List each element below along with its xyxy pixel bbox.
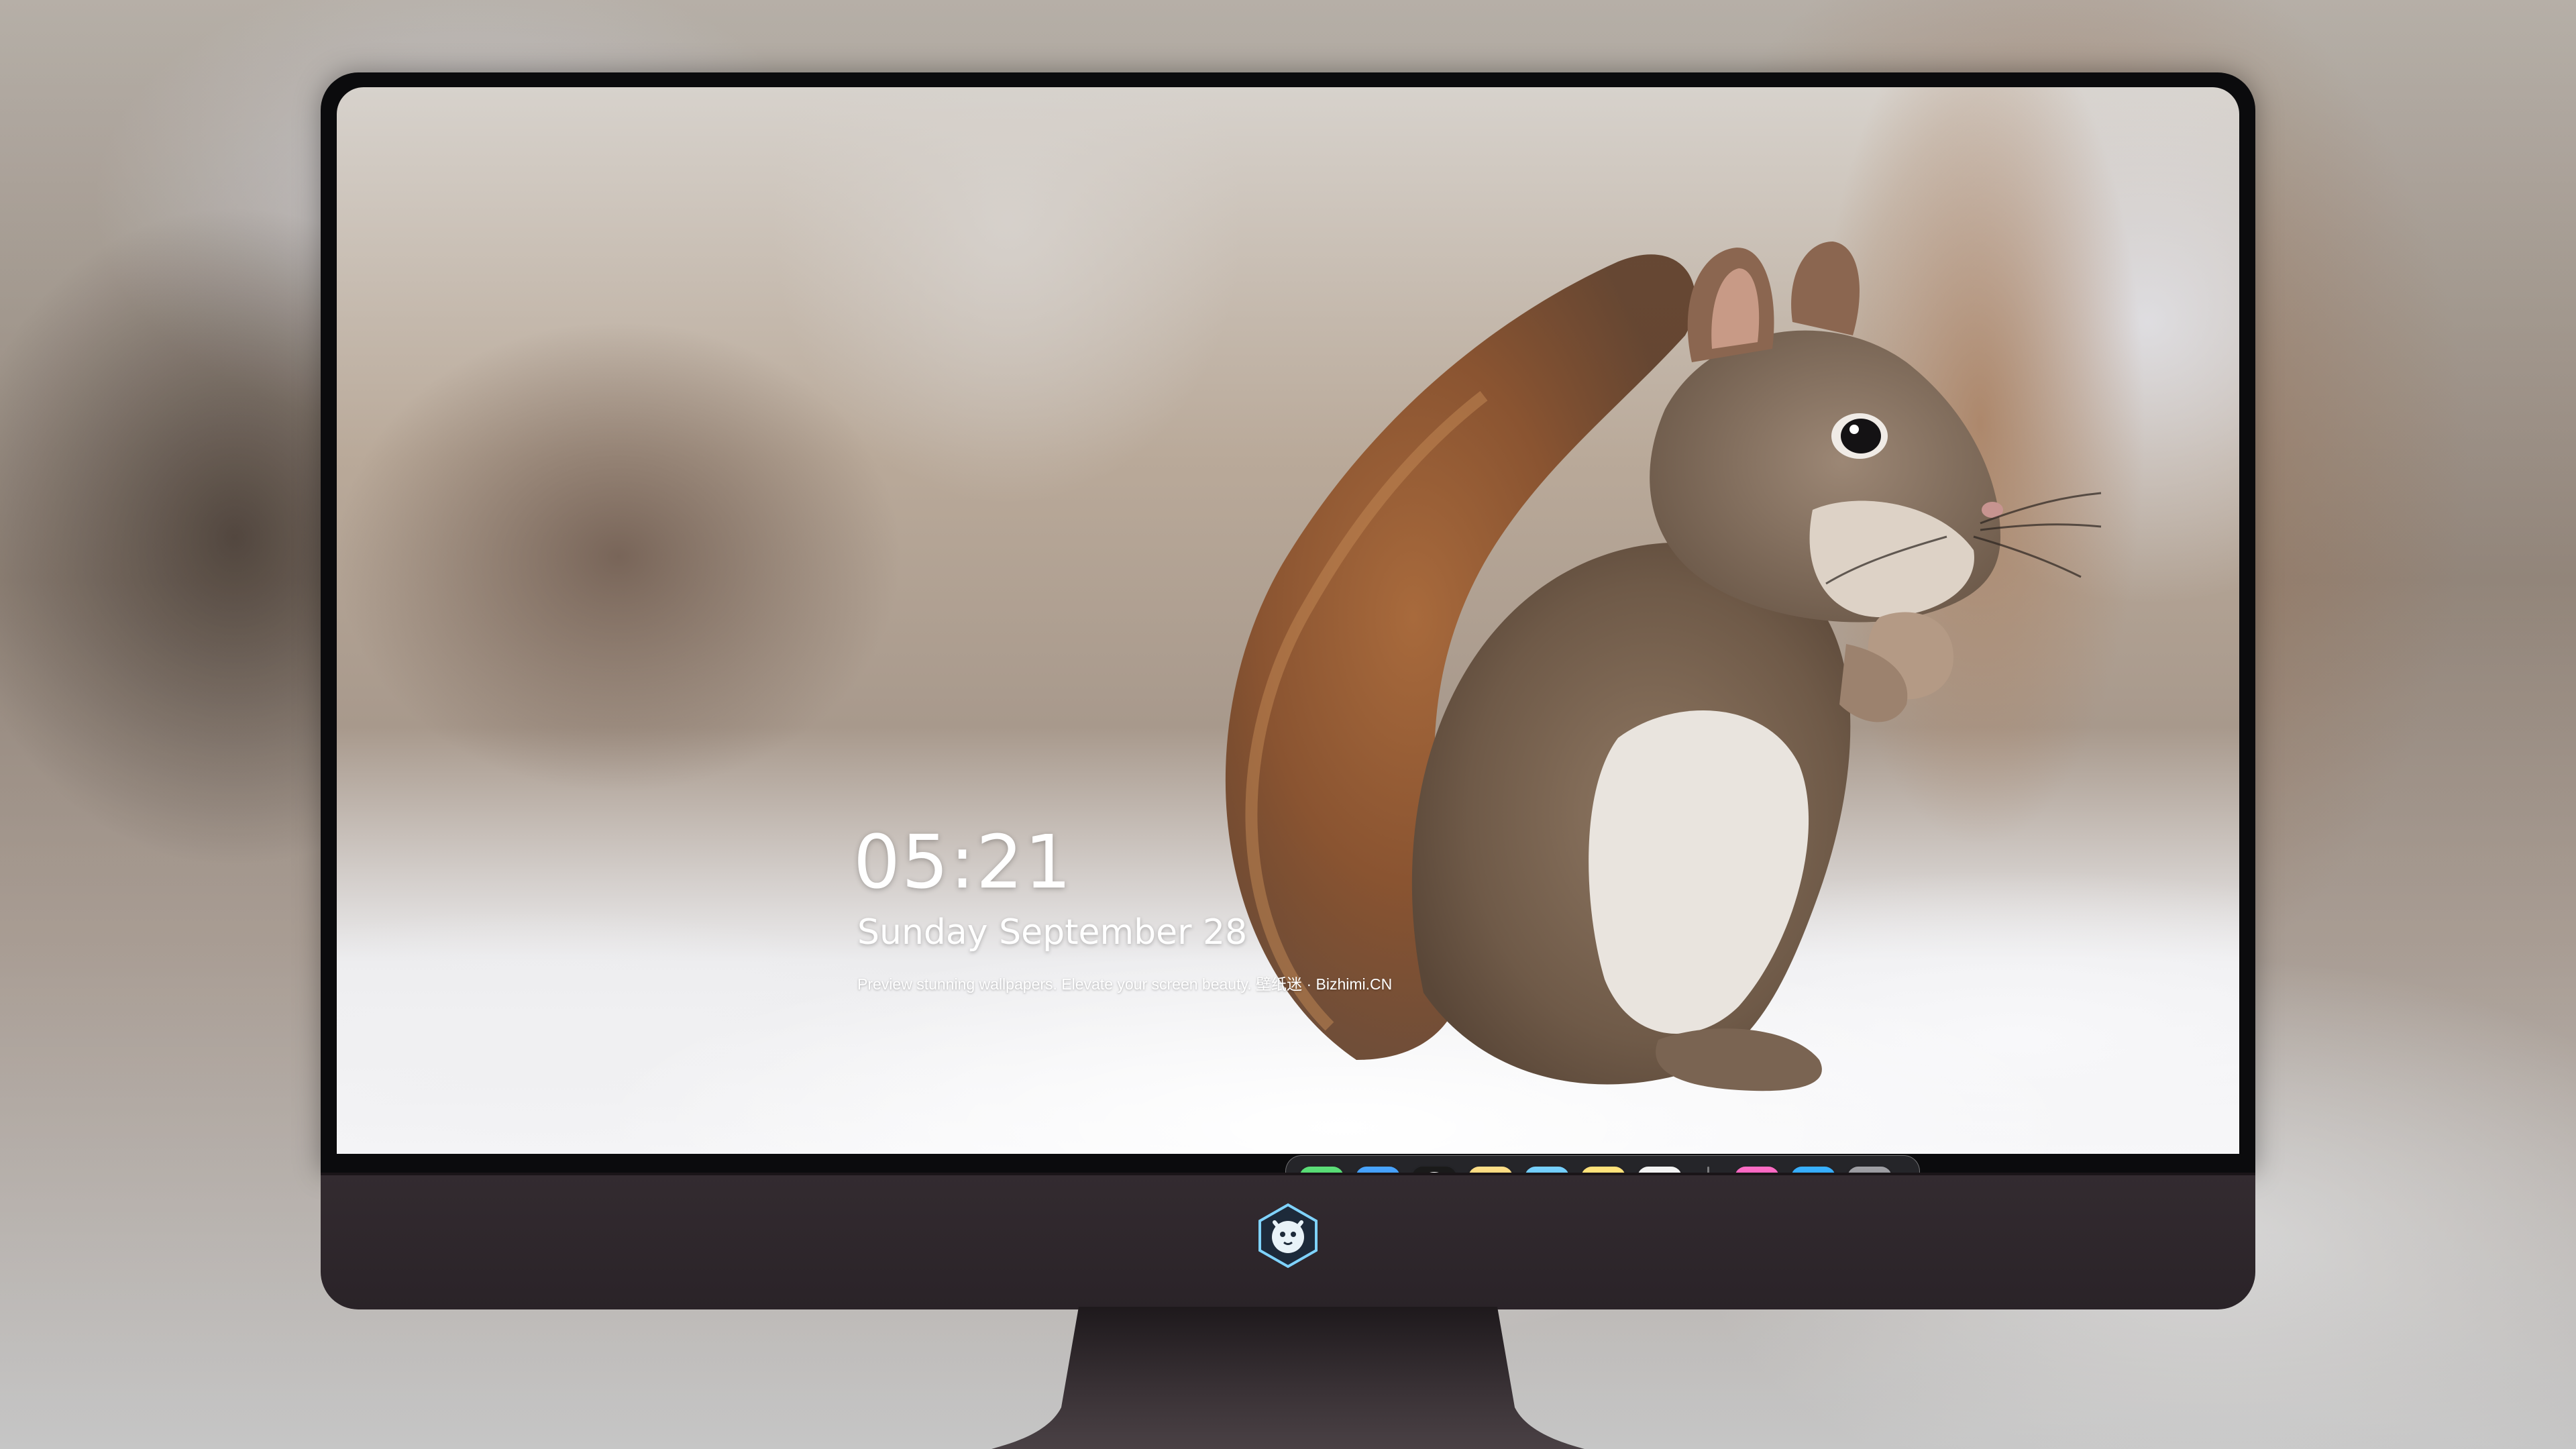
monitor-chin: [321, 1173, 2255, 1309]
monitor-bezel: 05:21 Sunday September 28 Preview stunni…: [321, 72, 2255, 1173]
screen: 05:21 Sunday September 28 Preview stunni…: [337, 87, 2239, 1154]
lockscreen-time: 05:21: [853, 819, 1073, 905]
monitor: 05:21 Sunday September 28 Preview stunni…: [321, 72, 2255, 1309]
wallpaper-squirrel: [1225, 241, 2102, 1091]
monitor-stand: [991, 1307, 1585, 1449]
lockscreen-date: Sunday September 28: [857, 912, 1248, 953]
lockscreen-tagline: Preview stunning wallpapers. Elevate you…: [857, 975, 1393, 993]
brand-logo-icon: [1258, 1203, 1318, 1269]
